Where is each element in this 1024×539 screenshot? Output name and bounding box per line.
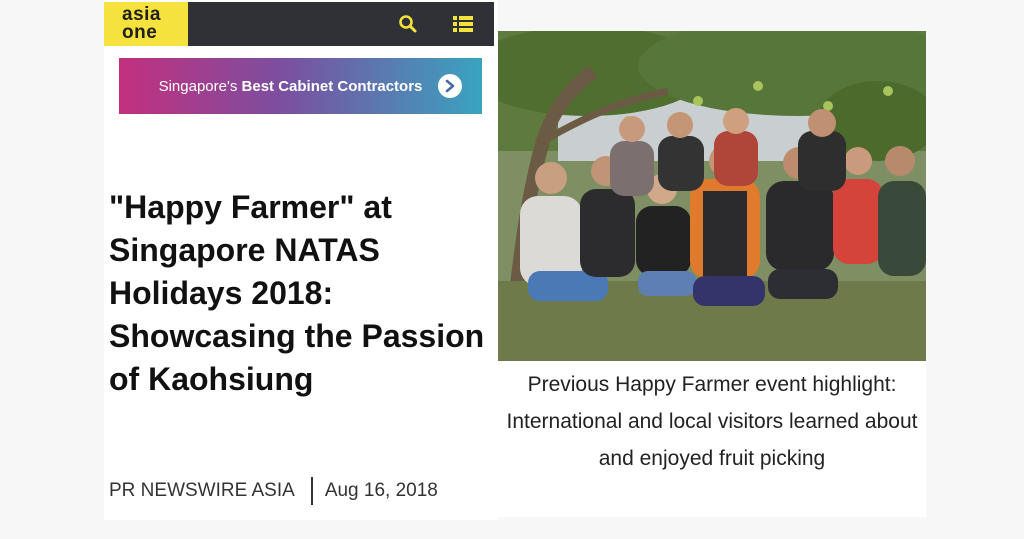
list-menu-icon xyxy=(453,16,473,32)
search-icon xyxy=(399,15,417,33)
byline-divider xyxy=(310,477,313,505)
article-title[interactable]: "Happy Farmer" at Singapore NATAS Holida… xyxy=(109,186,489,401)
search-button[interactable] xyxy=(396,12,420,36)
top-navigation-bar: asia one xyxy=(104,2,494,46)
advertisement-banner[interactable]: Singapore's Best Cabinet Contractors xyxy=(119,58,482,114)
banner-arrow-button[interactable] xyxy=(438,74,462,98)
article-source[interactable]: PR NEWSWIRE ASIA xyxy=(109,480,295,502)
menu-button[interactable] xyxy=(452,13,474,35)
banner-text-bold: Best Cabinet Contractors xyxy=(241,77,423,95)
asiaone-logo[interactable]: asia one xyxy=(104,2,188,46)
fruit-picking-group-photo xyxy=(498,31,926,361)
banner-text: Singapore's Best Cabinet Contractors xyxy=(159,78,423,95)
logo-line-2: one xyxy=(122,22,158,43)
photo-caption: Previous Happy Farmer event highlight: I… xyxy=(506,373,918,470)
article-byline: PR NEWSWIRE ASIA Aug 16, 2018 xyxy=(109,477,489,505)
article-date: Aug 16, 2018 xyxy=(324,480,438,501)
banner-text-prefix: Singapore's xyxy=(158,77,242,95)
event-photo xyxy=(498,31,926,361)
chevron-right-icon xyxy=(445,79,455,93)
